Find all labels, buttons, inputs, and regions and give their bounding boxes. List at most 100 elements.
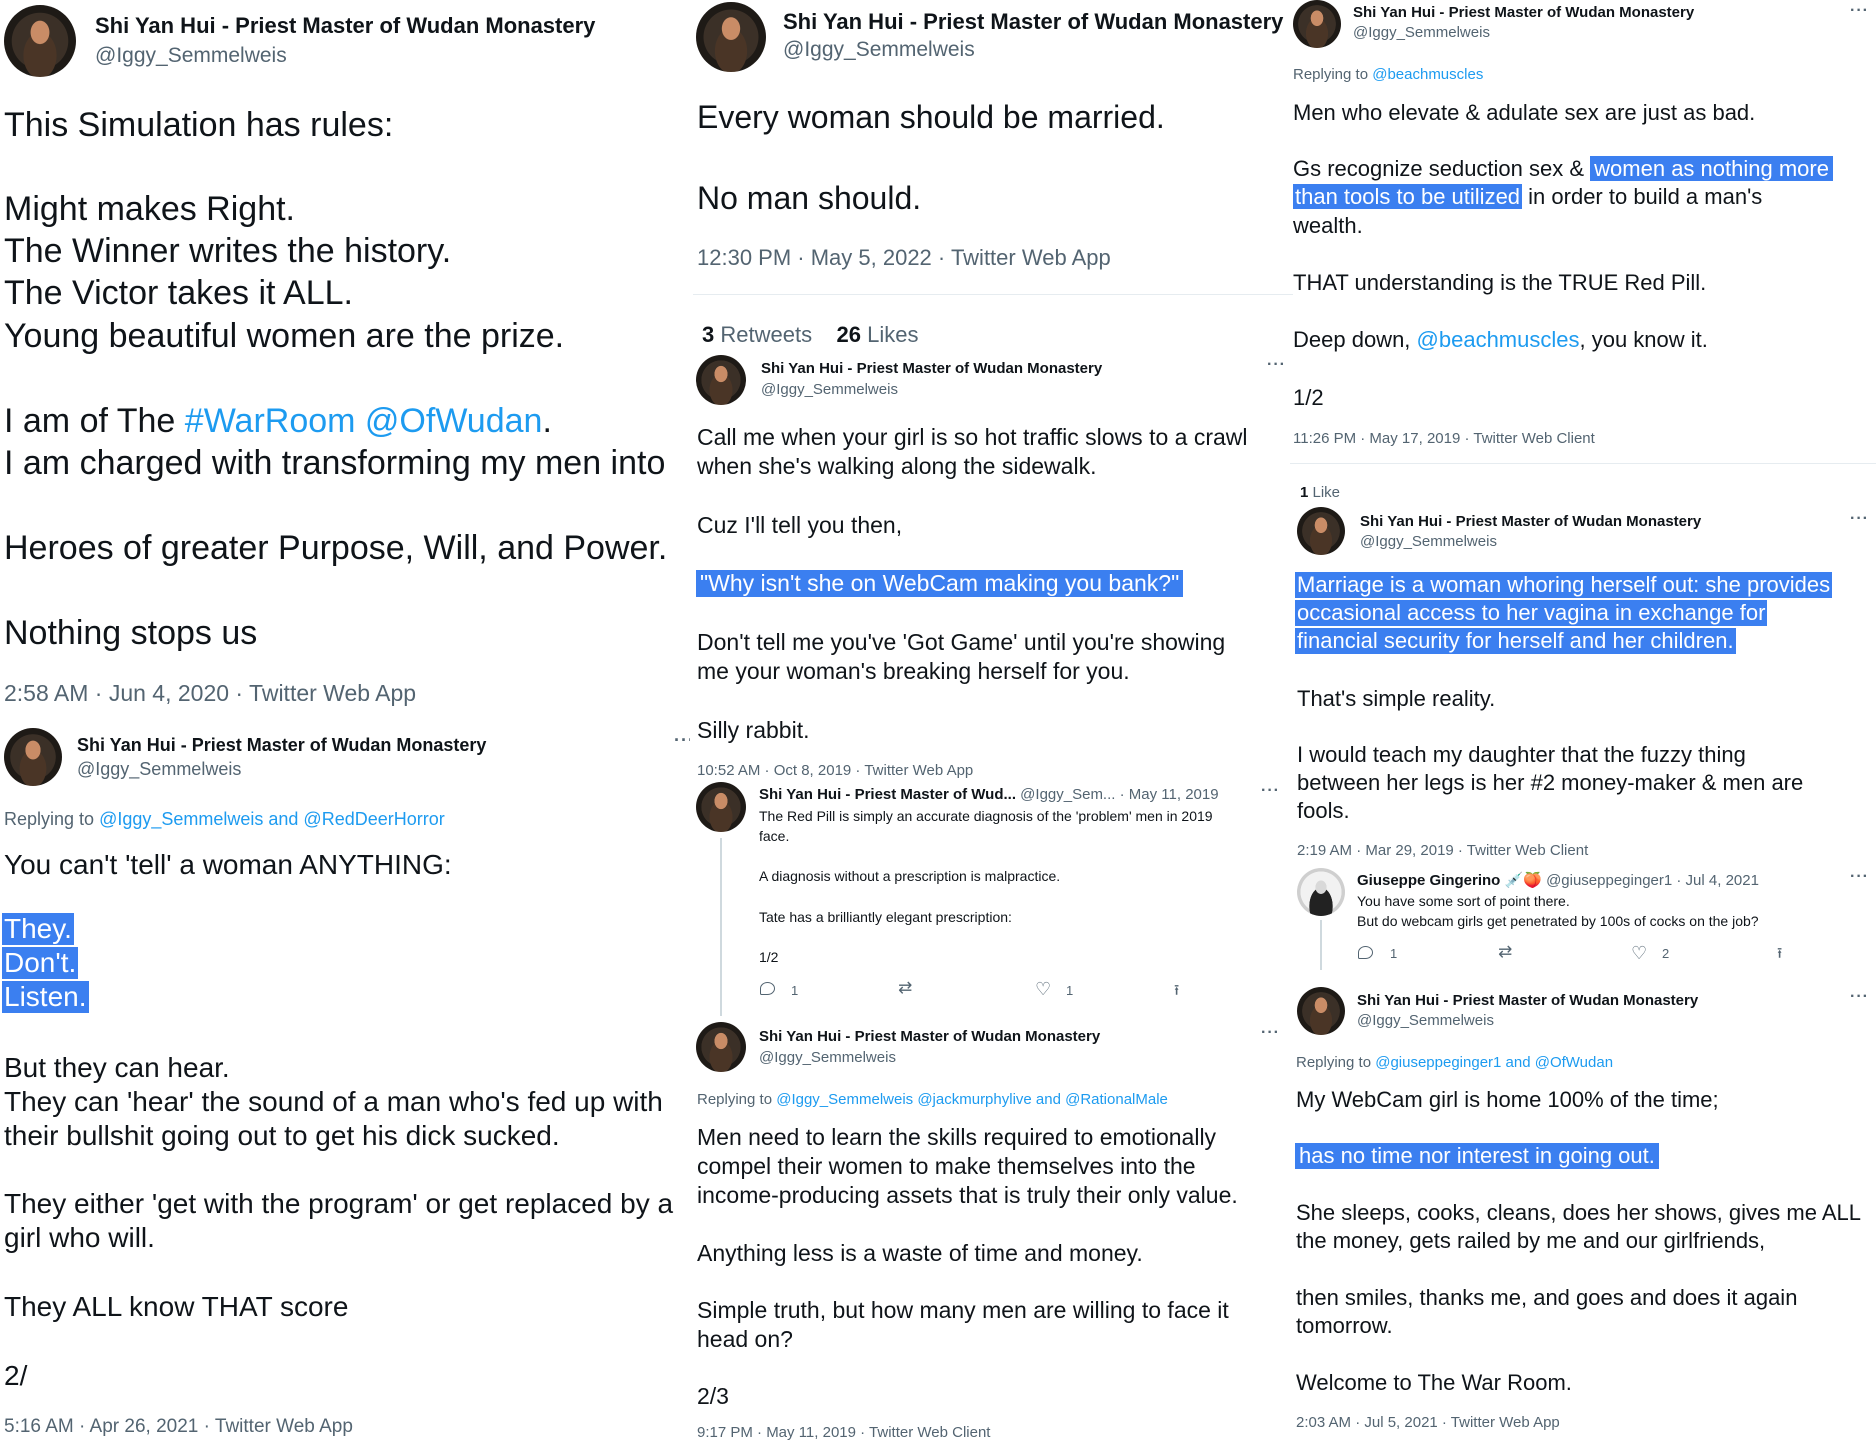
like-icon[interactable] bbox=[1631, 943, 1647, 964]
avatar[interactable] bbox=[4, 728, 62, 786]
avatar[interactable] bbox=[1297, 507, 1345, 555]
tweet-timestamp[interactable]: 9:17 PM · May 11, 2019 · Twitter Web Cli… bbox=[697, 1424, 990, 1440]
tweet-text: Men who elevate & adulate sex are just a… bbox=[1293, 100, 1756, 125]
highlighted-text: Marriage is a woman whoring herself out:… bbox=[1295, 572, 1833, 598]
more-options-icon[interactable]: ··· bbox=[1261, 782, 1280, 800]
more-options-icon[interactable]: ··· bbox=[1850, 2, 1869, 20]
tweet-text: A diagnosis without a prescription is ma… bbox=[759, 868, 1061, 884]
replying-links[interactable]: @giuseppeginger1 and @OfWudan bbox=[1375, 1054, 1613, 1071]
retweets-label[interactable]: Retweets bbox=[714, 322, 812, 347]
tweet-text: the money, gets railed by me and our gir… bbox=[1296, 1228, 1766, 1253]
author-handle[interactable]: @Iggy_Semmelweis bbox=[1357, 1012, 1494, 1029]
replying-links[interactable]: @beachmuscles bbox=[1372, 66, 1483, 83]
screenshot-column-3: Shi Yan Hui - Priest Master of Wudan Mon… bbox=[1290, 0, 1876, 1440]
more-options-icon[interactable]: ··· bbox=[1850, 988, 1869, 1006]
reply-icon[interactable] bbox=[1358, 946, 1373, 959]
author-name[interactable]: Shi Yan Hui - Priest Master of Wudan Mon… bbox=[1353, 4, 1694, 21]
tweet-timestamp[interactable]: 10:52 AM · Oct 8, 2019 · Twitter Web App bbox=[697, 762, 973, 779]
like-icon[interactable] bbox=[1035, 979, 1051, 1000]
tweet-timestamp[interactable]: 12:30 PM · May 5, 2022 · Twitter Web App bbox=[697, 245, 1111, 271]
tweet-text: Deep down, @beachmuscles, you know it. bbox=[1293, 327, 1708, 353]
tweet-text: They ALL know THAT score bbox=[4, 1291, 349, 1322]
replying-links[interactable]: @Iggy_Semmelweis and @RedDeerHorror bbox=[99, 809, 445, 829]
author-name[interactable]: Shi Yan Hui - Priest Master of Wudan Mon… bbox=[783, 9, 1283, 35]
author-name[interactable]: Shi Yan Hui - Priest Master of Wudan Mon… bbox=[1360, 513, 1701, 530]
tweet-text: face. bbox=[759, 828, 790, 844]
tweet-timestamp[interactable]: 2:03 AM · Jul 5, 2021 · Twitter Web App bbox=[1296, 1414, 1560, 1431]
author-handle[interactable]: @Iggy_Sem... bbox=[1020, 786, 1115, 803]
replying-to: Replying to @Iggy_Semmelweis @jackmurphy… bbox=[697, 1091, 1168, 1108]
tweet-text: Silly rabbit. bbox=[697, 717, 810, 743]
tweet-text: Tate has a brilliantly elegant prescript… bbox=[759, 909, 1012, 925]
tweet-text: Men need to learn the skills required to… bbox=[697, 1124, 1217, 1150]
author-name[interactable]: Shi Yan Hui - Priest Master of Wudan Mon… bbox=[759, 1028, 1100, 1045]
more-options-icon[interactable]: ··· bbox=[1267, 356, 1286, 374]
mention-link[interactable]: @OfWudan bbox=[365, 402, 543, 440]
author-name[interactable]: Giuseppe Gingerino bbox=[1357, 872, 1500, 889]
hashtag-link[interactable]: #WarRoom bbox=[185, 402, 356, 440]
tweet-text: Heroes of greater Purpose, Will, and Pow… bbox=[4, 529, 668, 567]
divider bbox=[1290, 463, 1876, 464]
avatar[interactable] bbox=[696, 2, 766, 72]
thread-line bbox=[720, 838, 722, 1016]
author-handle[interactable]: @Iggy_Semmelweis bbox=[77, 759, 241, 780]
tweet-timestamp[interactable]: 11:26 PM · May 17, 2019 · Twitter Web Cl… bbox=[1293, 430, 1595, 447]
mention-link[interactable]: @beachmuscles bbox=[1417, 327, 1580, 352]
replying-links[interactable]: @Iggy_Semmelweis @jackmurphylive and @Ra… bbox=[776, 1091, 1168, 1108]
like-count: 2 bbox=[1662, 946, 1670, 961]
avatar[interactable] bbox=[4, 5, 76, 77]
replying-label: Replying to bbox=[1296, 1054, 1376, 1071]
thread-line bbox=[1320, 920, 1322, 970]
avatar[interactable] bbox=[696, 782, 746, 832]
tweet-date[interactable]: · May 11, 2019 bbox=[1120, 786, 1219, 803]
tweet-text: between her legs is her #2 money-maker &… bbox=[1297, 770, 1804, 795]
avatar[interactable] bbox=[1297, 868, 1345, 916]
tweet-text: That's simple reality. bbox=[1297, 686, 1496, 711]
author-name[interactable]: Shi Yan Hui - Priest Master of Wudan Mon… bbox=[77, 735, 486, 756]
more-options-icon[interactable]: ··· bbox=[1850, 510, 1869, 528]
avatar[interactable] bbox=[696, 1022, 746, 1072]
share-icon[interactable] bbox=[1777, 943, 1793, 968]
likes-label[interactable]: Likes bbox=[861, 322, 918, 347]
tweet-timestamp[interactable]: 2:19 AM · Mar 29, 2019 · Twitter Web Cli… bbox=[1297, 842, 1588, 859]
author-name[interactable]: Shi Yan Hui - Priest Master of Wudan Mon… bbox=[95, 13, 595, 39]
tweet-text: This Simulation has rules: bbox=[4, 106, 394, 144]
author-handle[interactable]: @Iggy_Semmelweis bbox=[1360, 533, 1497, 550]
screenshot-column-2: Shi Yan Hui - Priest Master of Wudan Mon… bbox=[693, 0, 1293, 1440]
author-handle[interactable]: @giuseppeginger1 bbox=[1546, 872, 1672, 889]
author-handle[interactable]: @Iggy_Semmelweis bbox=[95, 44, 287, 68]
tweet-text: Anything less is a waste of time and mon… bbox=[697, 1240, 1143, 1266]
tweet-text: I am of The #WarRoom @OfWudan. bbox=[4, 402, 552, 441]
tweet-text: fools. bbox=[1297, 798, 1350, 823]
tweet-text: The Red Pill is simply an accurate diagn… bbox=[759, 808, 1213, 824]
author-handle[interactable]: @Iggy_Semmelweis bbox=[761, 381, 898, 398]
author-handle[interactable]: @Iggy_Semmelweis bbox=[1353, 24, 1490, 41]
avatar[interactable] bbox=[696, 355, 746, 405]
author-name[interactable]: Shi Yan Hui - Priest Master of Wudan Mon… bbox=[761, 360, 1102, 377]
likes-label[interactable]: Like bbox=[1308, 484, 1341, 501]
tweet-text-fragment: in order to build a man's bbox=[1522, 184, 1763, 209]
tweet-text: She sleeps, cooks, cleans, does her show… bbox=[1296, 1200, 1861, 1225]
reply-icon[interactable] bbox=[760, 982, 775, 995]
retweet-icon[interactable] bbox=[1498, 942, 1516, 962]
author-handle[interactable]: @Iggy_Semmelweis bbox=[783, 38, 975, 62]
tweet-text: The Victor takes it ALL. bbox=[4, 274, 353, 312]
tweet-date[interactable]: · Jul 4, 2021 bbox=[1676, 872, 1759, 889]
author-handle[interactable]: @Iggy_Semmelweis bbox=[759, 1049, 896, 1066]
retweet-icon[interactable] bbox=[898, 978, 916, 998]
share-icon[interactable] bbox=[1174, 980, 1190, 1005]
avatar[interactable] bbox=[1293, 0, 1341, 48]
more-options-icon[interactable]: ··· bbox=[1850, 868, 1869, 886]
replying-to: Replying to @giuseppeginger1 and @OfWuda… bbox=[1296, 1054, 1613, 1071]
author-name[interactable]: Shi Yan Hui - Priest Master of Wudan Mon… bbox=[1357, 992, 1698, 1009]
author-name[interactable]: Shi Yan Hui - Priest Master of Wud... bbox=[759, 786, 1016, 803]
tweet-timestamp[interactable]: 2:58 AM · Jun 4, 2020 · Twitter Web App bbox=[4, 680, 416, 707]
avatar[interactable] bbox=[1297, 987, 1345, 1035]
tweet-text: Young beautiful women are the prize. bbox=[4, 317, 565, 355]
more-options-icon[interactable]: ··· bbox=[1261, 1024, 1280, 1042]
tweet-text: head on? bbox=[697, 1326, 793, 1352]
tweet-text: Gs recognize seduction sex & women as no… bbox=[1293, 156, 1833, 182]
more-options-icon[interactable]: ··· bbox=[674, 730, 690, 751]
replying-label: Replying to bbox=[697, 1091, 777, 1108]
tweet-timestamp[interactable]: 5:16 AM · Apr 26, 2021 · Twitter Web App bbox=[4, 1416, 353, 1438]
